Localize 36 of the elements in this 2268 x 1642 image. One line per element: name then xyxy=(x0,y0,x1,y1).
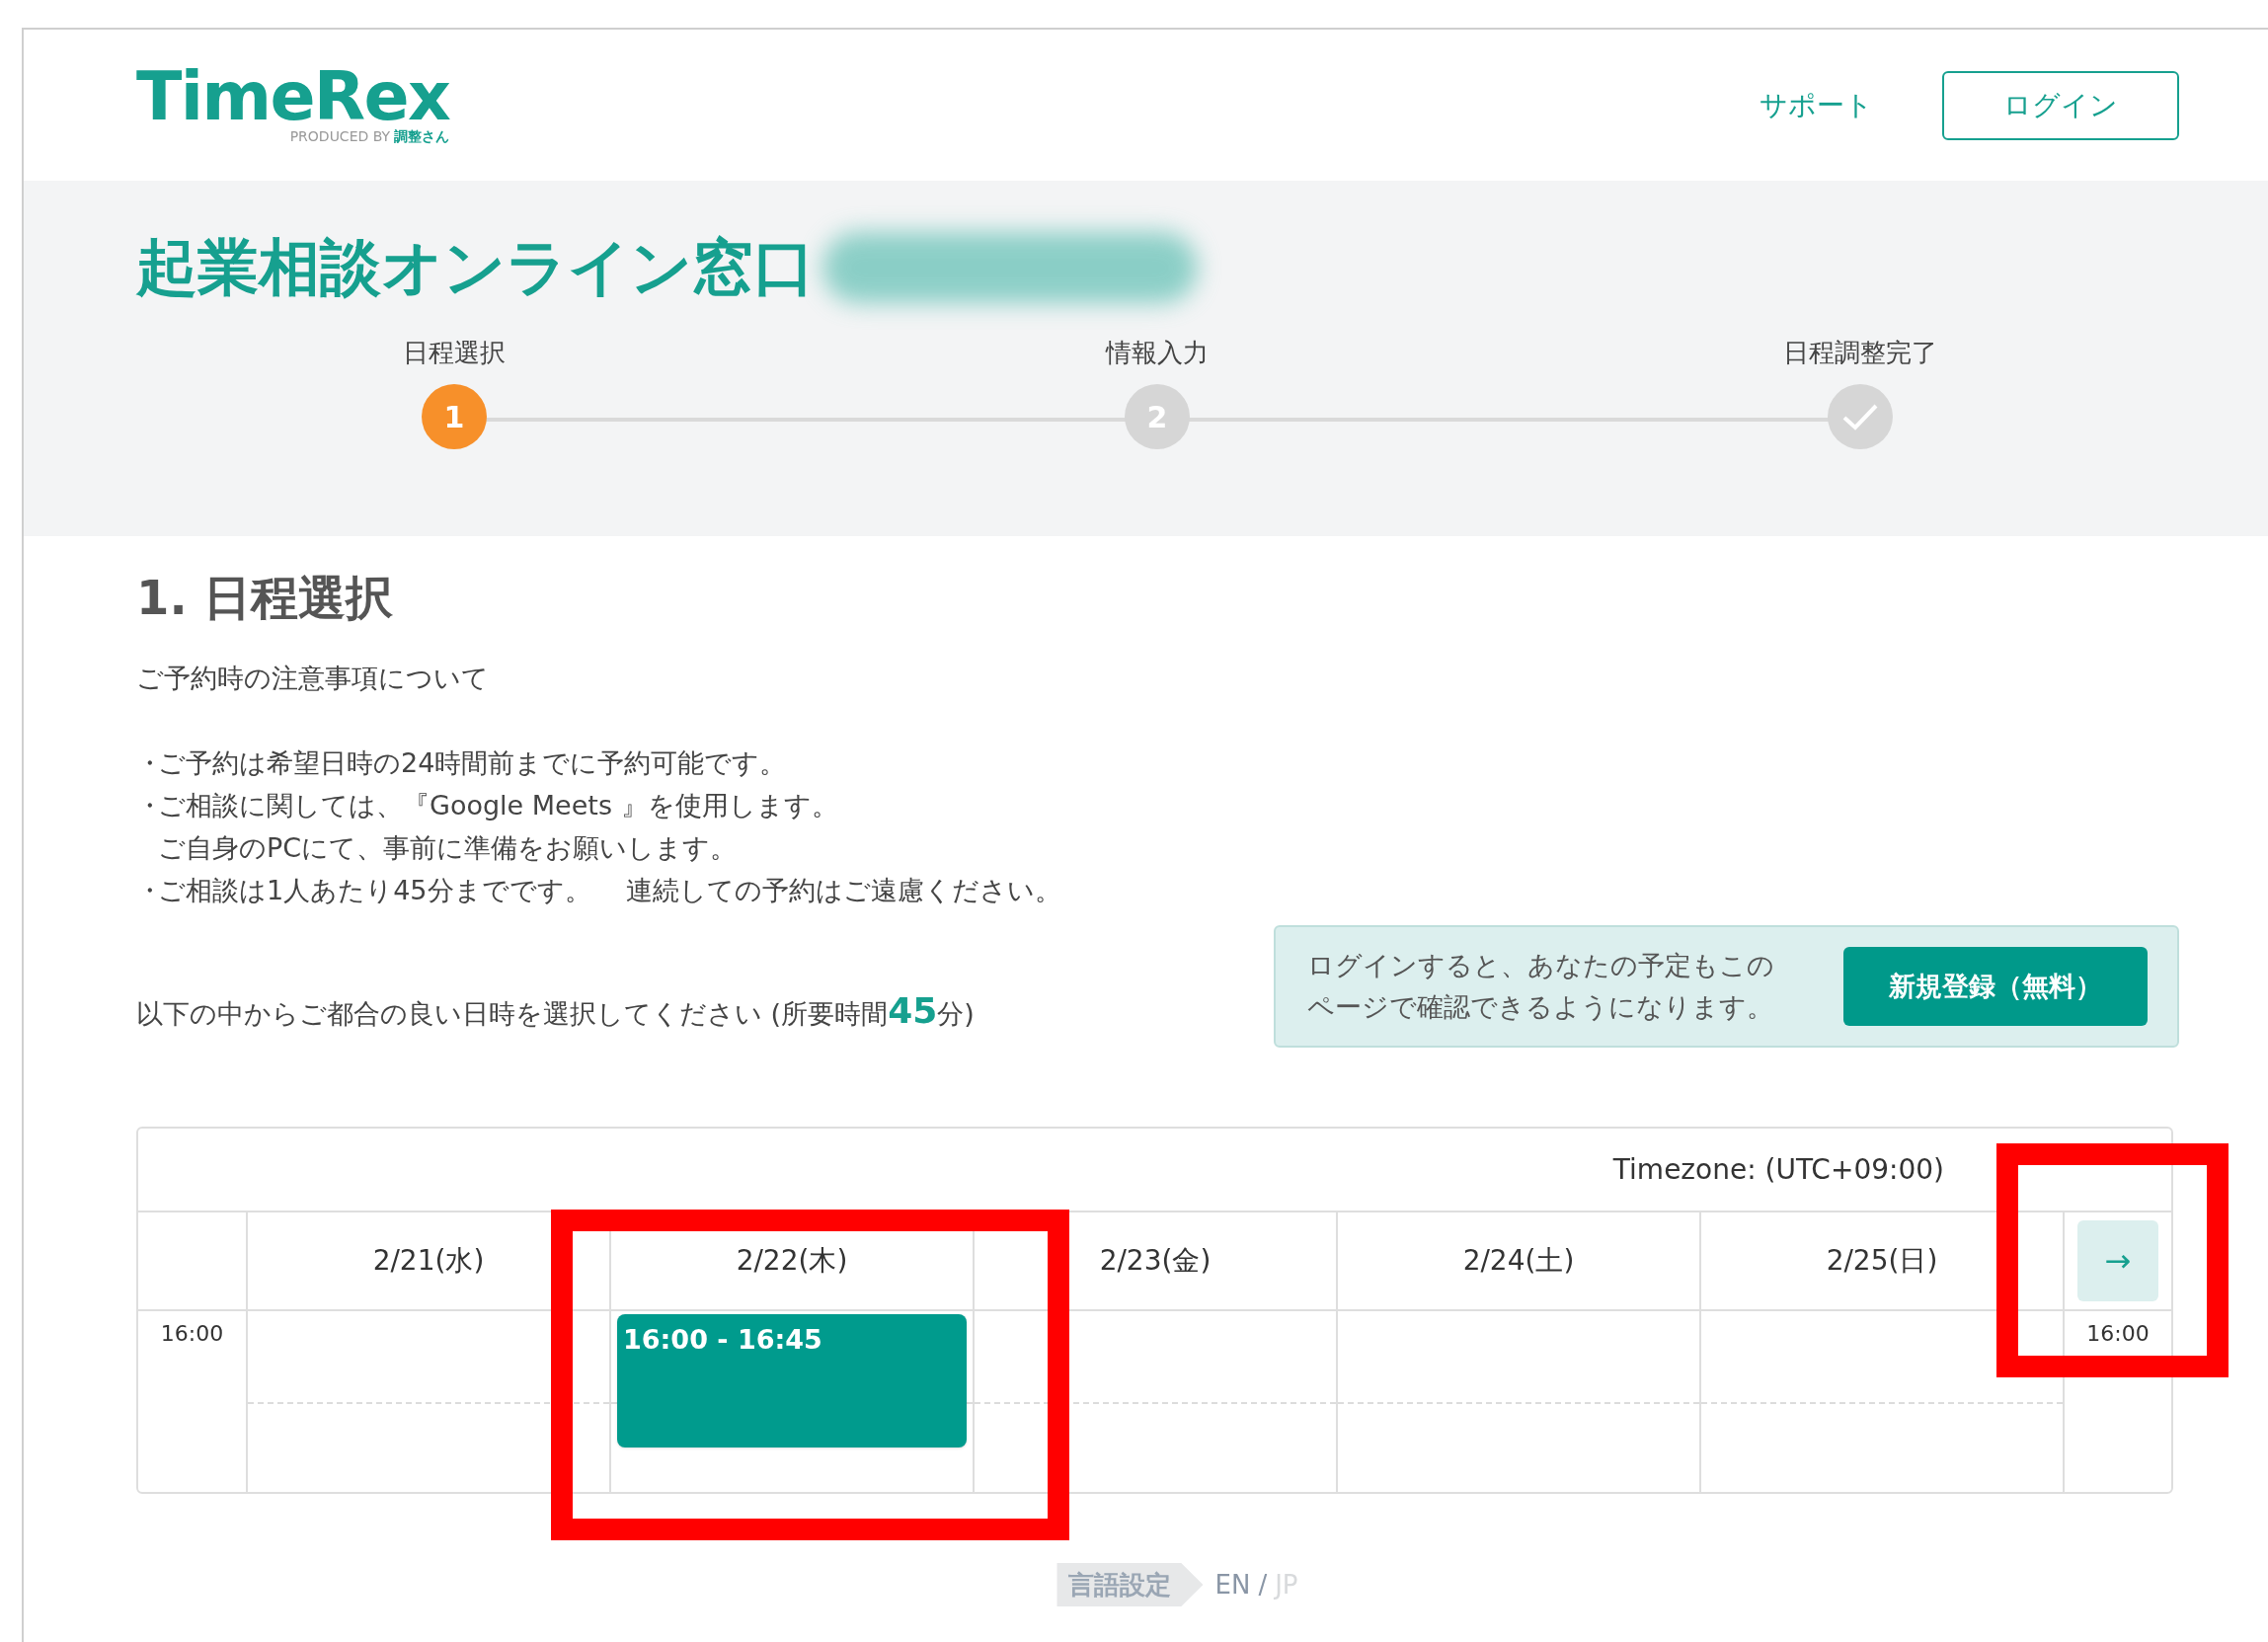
language-option[interactable]: EN xyxy=(1214,1565,1251,1604)
register-button[interactable]: 新規登録（無料） xyxy=(1843,947,2148,1026)
note-text: ご予約は希望日時の24時間前までに予約可能です。 xyxy=(158,746,787,780)
day-header: 2/21(水) xyxy=(248,1212,611,1309)
instruction-suffix: 分) xyxy=(937,998,975,1031)
step-label: 情報入力 xyxy=(1106,337,1209,369)
login-button[interactable]: ログイン xyxy=(1942,70,2179,140)
time-label: 16:00 xyxy=(2086,1320,2150,1348)
step-label: 日程選択 xyxy=(403,337,506,369)
support-link[interactable]: サポート xyxy=(1760,84,1873,126)
duration-value: 45 xyxy=(888,989,938,1033)
note-text: ご相談に関しては、『Google Meets 』を使用します。 ご自身のPCにて、事前に準備をお願いします。 xyxy=(158,789,838,865)
bullet: ・ xyxy=(136,789,158,822)
time-slot[interactable]: 16:00 - 16:45 xyxy=(617,1314,967,1447)
logo-tagline: PRODUCED BY xyxy=(289,127,391,146)
next-week-button[interactable]: → xyxy=(2077,1220,2158,1301)
language-setting-label: 言語設定 xyxy=(1056,1563,1204,1606)
day-header: 2/22(木) xyxy=(611,1212,975,1309)
step-marker: 1 xyxy=(422,384,487,449)
note-text: ご相談は1人あたり45分までです。 連続しての予約はご遠慮ください。 xyxy=(158,874,1062,907)
time-label: 16:00 xyxy=(160,1320,224,1348)
logo-tagline-brand: 調整さん xyxy=(394,127,450,146)
step-label: 日程調整完了 xyxy=(1783,337,1937,369)
instruction-text: 以下の中からご都合の良い日時を選択してください (所要時間 xyxy=(136,997,889,1031)
day-header: 2/24(土) xyxy=(1338,1212,1701,1309)
bullet: ・ xyxy=(136,746,158,780)
page-title: 起業相談オンライン窓口 xyxy=(136,237,815,298)
section-heading: 1. 日程選択 xyxy=(136,569,395,627)
day-header: 2/25(日) xyxy=(1701,1212,2065,1309)
bullet: ・ xyxy=(136,874,158,907)
login-prompt-text: ログインすると、あなたの予定もこの ページで確認できるようになります。 xyxy=(1307,949,1774,1024)
notes-heading: ご予約時の注意事項について xyxy=(136,662,490,695)
day-header: 2/23(金) xyxy=(975,1212,1338,1309)
separator: / xyxy=(1258,1568,1268,1602)
logo[interactable]: TimeRex xyxy=(136,63,450,130)
timezone-label: Timezone: (UTC+09:00) xyxy=(1612,1151,1944,1188)
